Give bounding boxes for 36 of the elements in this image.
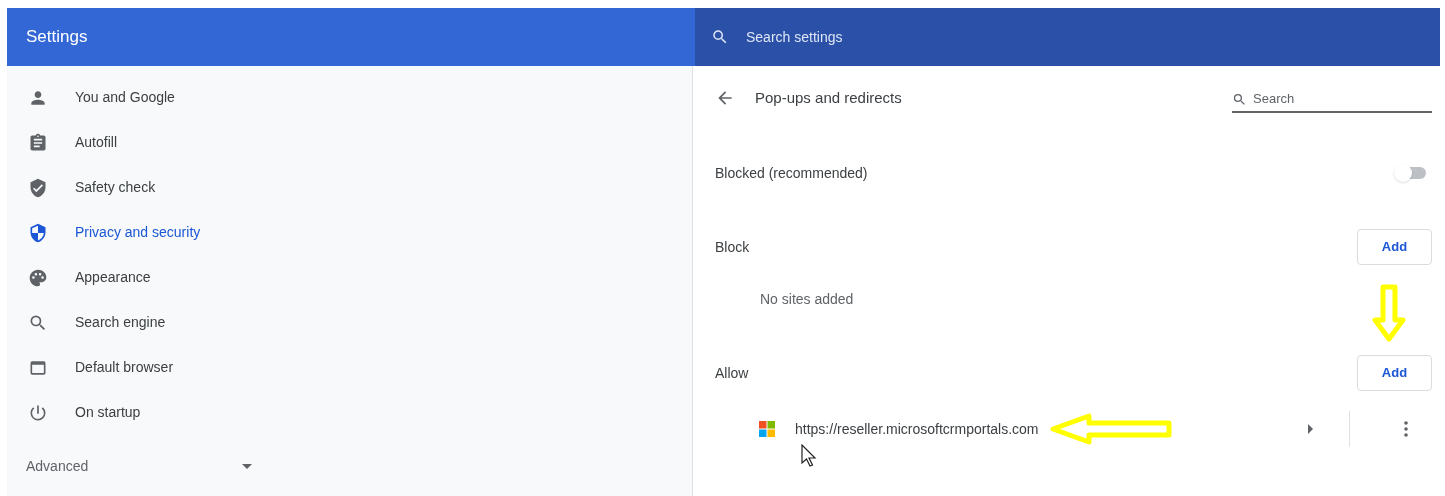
add-button[interactable]: Add [1357, 229, 1432, 265]
advanced-toggle[interactable]: Advanced [7, 446, 257, 486]
shield-icon [28, 222, 48, 243]
search-input[interactable]: Search settings [746, 26, 1046, 48]
app-title: Settings [26, 26, 88, 49]
more-icon [1404, 421, 1408, 437]
palette-icon [28, 267, 48, 288]
sidebar-item[interactable]: You and Google [7, 75, 692, 120]
search-icon [1232, 91, 1247, 107]
clipboard-icon [28, 132, 48, 153]
sidebar-item[interactable]: Search engine [7, 300, 692, 345]
sidebar-item[interactable]: Autofill [7, 120, 692, 165]
empty-list-message: No sites added [760, 289, 854, 309]
expand-arrow-button[interactable] [1306, 422, 1315, 436]
search-field[interactable]: Search settings [695, 8, 1440, 66]
sidebar-item[interactable]: Safety check [7, 165, 692, 210]
sidebar-item[interactable]: On startup [7, 390, 692, 435]
search-icon [711, 28, 729, 46]
page-search-field[interactable]: Search [1232, 89, 1432, 113]
caret-icon [1308, 424, 1313, 434]
section-heading: Block [715, 237, 750, 257]
sidebar-item[interactable]: Appearance [7, 255, 692, 300]
caret-icon [242, 463, 252, 469]
setting-label: Blocked (recommended) [715, 163, 868, 183]
sidebar-item[interactable]: Default browser [7, 345, 692, 390]
annotation-arrow [1372, 284, 1406, 342]
mouse-cursor-icon [801, 444, 817, 468]
windows-logo-icon [759, 421, 775, 437]
site-url: https://reseller.microsoftcrmportals.com [795, 419, 1039, 439]
page-title: Pop-ups and redirects [755, 87, 902, 108]
section-heading: Allow [715, 363, 749, 383]
add-button[interactable]: Add [1357, 355, 1432, 391]
sidebar-item[interactable]: Privacy and security [7, 210, 692, 255]
search-input[interactable]: Search [1253, 89, 1423, 109]
shield-check-icon [28, 177, 48, 198]
more-button[interactable] [1402, 419, 1410, 439]
